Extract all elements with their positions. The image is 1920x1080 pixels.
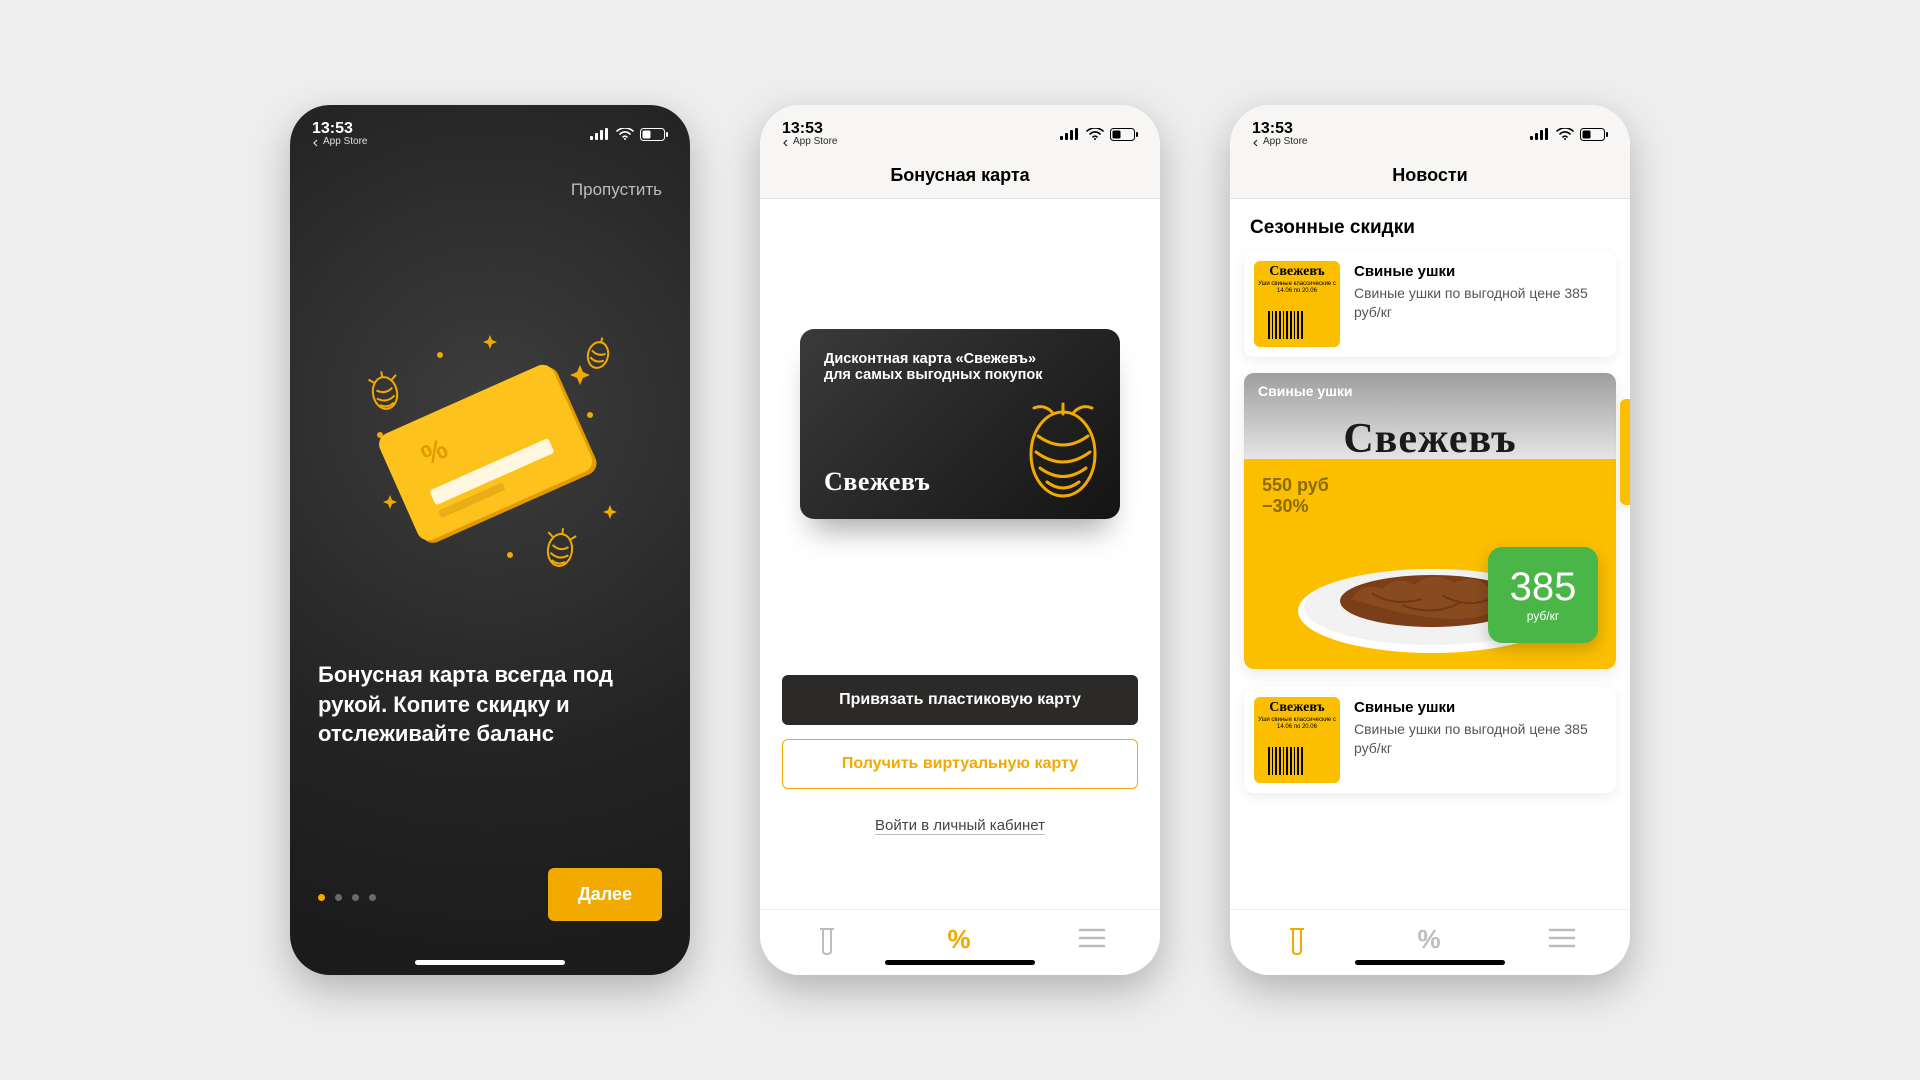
status-indicators <box>1530 128 1608 141</box>
menu-icon <box>1548 924 1576 955</box>
status-back-link[interactable]: App Store <box>312 137 367 148</box>
peek-next-card[interactable] <box>1620 399 1630 505</box>
home-indicator[interactable] <box>885 960 1035 965</box>
skip-button[interactable]: Пропустить <box>571 180 662 200</box>
signal-icon <box>1060 128 1080 140</box>
brand-logo: Свежевъ <box>1244 415 1616 463</box>
navbar-title: Новости <box>1230 153 1630 199</box>
promo-old-price: 550 руб <box>1262 475 1598 496</box>
news-desc: Свиные ушки по выгодной цене 385 руб/кг <box>1354 720 1604 758</box>
section-title: Сезонные скидки <box>1250 217 1610 239</box>
promo-price-badge: 385 руб/кг <box>1488 547 1598 643</box>
home-indicator[interactable] <box>415 960 565 965</box>
onboarding-headline: Бонусная карта всегда под рукой. Копите … <box>318 660 662 749</box>
status-bar: 13:53 App Store <box>1230 105 1630 153</box>
navbar-title: Бонусная карта <box>760 153 1160 199</box>
tab-feed[interactable] <box>1284 925 1310 955</box>
news-card[interactable]: Свежевъ Уши свиные классические с 14.06 … <box>1244 687 1616 793</box>
login-link[interactable]: Войти в личный кабинет <box>875 817 1045 835</box>
next-button[interactable]: Далее <box>548 868 662 921</box>
news-thumbnail: Свежевъ Уши свиные классические с 14.06 … <box>1254 697 1340 783</box>
news-desc: Свиные ушки по выгодной цене 385 руб/кг <box>1354 284 1604 322</box>
status-bar: 13:53 App Store <box>760 105 1160 153</box>
status-indicators <box>1060 128 1138 141</box>
bonus-card-screen: 13:53 App Store Бонусная карта Дисконтна… <box>760 105 1160 975</box>
signal-icon <box>590 128 610 140</box>
signal-icon <box>1530 128 1550 140</box>
tab-menu[interactable] <box>1548 924 1576 955</box>
onboarding-screen: 13:53 App Store Пропустить <box>290 105 690 975</box>
news-title: Свиные ушки <box>1354 263 1604 280</box>
tabbar: % <box>760 909 1160 975</box>
status-time: 13:53 <box>782 120 837 137</box>
wifi-icon <box>616 128 634 140</box>
tabbar: % <box>1230 909 1630 975</box>
status-back-link[interactable]: App Store <box>782 137 837 148</box>
menu-icon <box>1078 924 1106 955</box>
news-title: Свиные ушки <box>1354 699 1604 716</box>
wifi-icon <box>1556 128 1574 140</box>
page-dot <box>352 894 359 901</box>
battery-icon <box>640 128 668 141</box>
tab-bonus[interactable]: % <box>947 924 970 955</box>
status-time: 13:53 <box>1252 120 1307 137</box>
tab-menu[interactable] <box>1078 924 1106 955</box>
status-time: 13:53 <box>312 120 367 137</box>
promo-discount: −30% <box>1262 496 1598 517</box>
page-indicator <box>318 894 376 901</box>
battery-icon <box>1110 128 1138 141</box>
brand-logo: Свежевъ <box>824 467 930 497</box>
page-dot <box>369 894 376 901</box>
news-thumbnail: Свежевъ Уши свиные классические с 14.06 … <box>1254 261 1340 347</box>
card-text-line2: для самых выгодных покупок <box>824 367 1096 383</box>
wifi-icon <box>1086 128 1104 140</box>
news-card[interactable]: Свежевъ Уши свиные классические с 14.06 … <box>1244 251 1616 357</box>
home-indicator[interactable] <box>1355 960 1505 965</box>
tab-bonus[interactable]: % <box>1417 924 1440 955</box>
news-screen: 13:53 App Store Новости Сезонные скидки … <box>1230 105 1630 975</box>
tab-feed[interactable] <box>814 925 840 955</box>
status-bar: 13:53 App Store <box>290 105 690 153</box>
page-dot <box>318 894 325 901</box>
card-text-line1: Дисконтная карта «Свежевъ» <box>824 351 1096 367</box>
hop-icon <box>1024 402 1102 505</box>
promo-heading: Свиные ушки <box>1258 383 1602 399</box>
status-indicators <box>590 128 668 141</box>
battery-icon <box>1580 128 1608 141</box>
discount-card[interactable]: Дисконтная карта «Свежевъ» для самых выг… <box>800 329 1120 519</box>
attach-plastic-button[interactable]: Привязать пластиковую карту <box>782 675 1138 725</box>
get-virtual-button[interactable]: Получить виртуальную карту <box>782 739 1138 789</box>
promo-card[interactable]: Свиные ушки Свежевъ 550 руб −30% <box>1244 373 1616 669</box>
onboarding-illustration: % <box>290 285 690 625</box>
page-dot <box>335 894 342 901</box>
status-back-link[interactable]: App Store <box>1252 137 1307 148</box>
